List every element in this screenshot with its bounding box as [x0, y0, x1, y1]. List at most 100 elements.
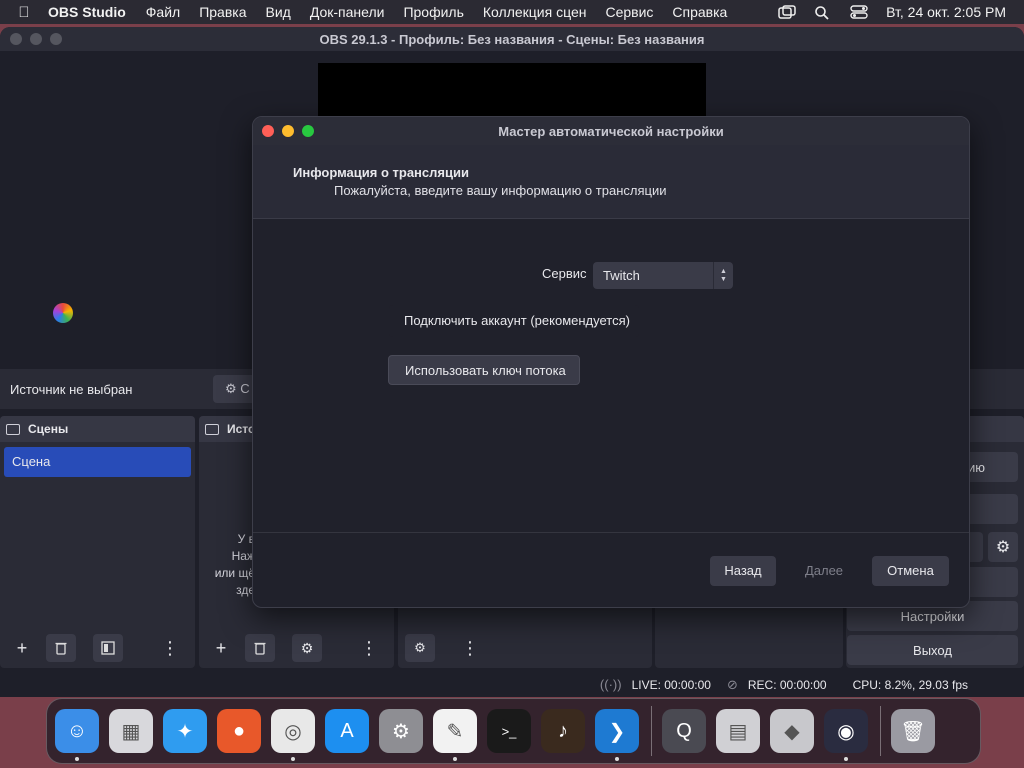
main-titlebar: OBS 29.1.3 - Профиль: Без названия - Сце… [0, 27, 1024, 51]
add-source-button[interactable]: + [206, 634, 236, 662]
vscode-icon[interactable]: ❯ [595, 709, 639, 761]
sources-more-button[interactable]: ⋮ [354, 634, 384, 662]
dock-separator [651, 706, 652, 756]
scenes-more-button[interactable]: ⋮ [155, 634, 185, 662]
gear-icon: ⚙ [225, 381, 237, 396]
connect-account-button[interactable]: Подключить аккаунт (рекомендуется) [389, 305, 639, 337]
menu-profile[interactable]: Профиль [403, 4, 463, 20]
dialog-window-controls [262, 125, 314, 137]
macos-dock: ☺ ▦ ✦ ● ◎ A ⚙ ✎ >_ ♪ ❯ Q ▤ ◆ ◉ 🗑 [46, 698, 981, 764]
live-timer: LIVE: 00:00:00 [631, 677, 711, 692]
finder-icon[interactable]: ☺ [55, 709, 99, 761]
safari-icon[interactable]: ✦ [163, 709, 207, 753]
wizard-page-header: Информация о трансляции Пожалуйста, введ… [253, 145, 969, 219]
auto-config-wizard-dialog: Мастер автоматической настройки Информац… [252, 116, 970, 608]
menu-docks[interactable]: Док-панели [310, 4, 385, 20]
service-select[interactable]: Twitch ▲ ▼ [593, 262, 733, 289]
remove-source-button[interactable] [245, 634, 275, 662]
settings-label: Настройки [900, 608, 965, 624]
scene-list-item[interactable]: Сцена [4, 447, 191, 477]
obs-logo-icon [53, 303, 73, 323]
trash-icon [55, 642, 67, 655]
window-controls [10, 33, 62, 45]
dialog-close-button[interactable] [262, 125, 274, 137]
trash-icon [254, 642, 266, 655]
chrome-icon[interactable]: ◎ [271, 709, 315, 761]
menu-edit[interactable]: Правка [199, 4, 246, 20]
dock-window-icon[interactable] [205, 423, 219, 435]
menu-help[interactable]: Справка [672, 4, 727, 20]
hint-line: зде [236, 583, 255, 597]
menu-app-name[interactable]: OBS Studio [48, 4, 126, 20]
service-selected-value: Twitch [603, 268, 640, 283]
close-button[interactable] [10, 33, 22, 45]
menu-file[interactable]: Файл [146, 4, 180, 20]
control-center-icon[interactable] [850, 5, 868, 19]
hint-line: У в [237, 532, 255, 546]
dialog-minimize-button[interactable] [282, 125, 294, 137]
dialog-title: Мастер автоматической настройки [498, 123, 724, 139]
sources-empty-hint: У в Наж или щё зде [199, 531, 255, 599]
scenes-dock-title: Сцены [28, 422, 69, 436]
service-label: Сервис [542, 266, 587, 281]
running-indicator [615, 757, 619, 761]
exit-button[interactable]: Выход [847, 635, 1018, 665]
quicktime-icon[interactable]: Q [662, 709, 706, 753]
wizard-page-title: Информация о трансляции [293, 165, 469, 180]
scene-filters-button[interactable] [93, 634, 123, 662]
back-button[interactable]: Назад [710, 556, 776, 586]
hint-line: или щё [214, 566, 255, 580]
dock-window-icon[interactable] [6, 423, 20, 435]
garageband-icon[interactable]: ♪ [541, 709, 585, 753]
running-indicator [291, 757, 295, 761]
apple-menu-icon[interactable]:  [0, 4, 48, 21]
roblox-icon[interactable]: ◆ [770, 709, 814, 753]
dialog-divider [253, 532, 969, 533]
next-button[interactable]: Далее [791, 556, 857, 586]
scenes-toolbar: + ⋮ [0, 628, 195, 668]
menu-tools[interactable]: Сервис [605, 4, 653, 20]
source-properties-button[interactable]: ⚙ [292, 634, 322, 662]
add-scene-button[interactable]: + [7, 634, 37, 662]
gear-icon: ⚙ [995, 539, 1011, 556]
scenes-dock: Сцены Сцена + ⋮ [0, 416, 195, 668]
rec-timer: REC: 00:00:00 [747, 677, 827, 692]
menubar-clock[interactable]: Вт, 24 окт. 2:05 PM [886, 4, 1006, 20]
exit-label: Выход [913, 642, 952, 658]
chevron-updown-icon: ▲ ▼ [713, 262, 733, 289]
main-window-title: OBS 29.1.3 - Профиль: Без названия - Сце… [319, 31, 705, 47]
gears-icon: ⚙ [414, 640, 426, 655]
use-stream-key-button[interactable]: Использовать ключ потока [388, 355, 580, 385]
system-settings-icon[interactable]: ⚙ [379, 709, 423, 753]
running-indicator [453, 757, 457, 761]
textedit-icon[interactable]: ✎ [433, 709, 477, 761]
mixer-more-button[interactable]: ⋮ [455, 634, 485, 662]
window-switch-icon[interactable] [778, 5, 796, 19]
mixer-settings-button[interactable]: ⚙ [405, 634, 435, 662]
virtual-camera-settings-button[interactable]: ⚙ [988, 532, 1018, 562]
gear-icon: ⚙ [300, 639, 314, 656]
spotlight-search-icon[interactable] [814, 5, 832, 20]
obs-icon[interactable]: ◉ [824, 709, 868, 761]
calculator-icon[interactable]: ▤ [716, 709, 760, 753]
menu-scene-collection[interactable]: Коллекция сцен [483, 4, 587, 20]
running-indicator [75, 757, 79, 761]
filter-icon [101, 641, 115, 655]
minimize-button[interactable] [30, 33, 42, 45]
wizard-page-subtitle: Пожалуйста, введите вашу информацию о тр… [334, 183, 667, 198]
sources-toolbar: + ⚙ ⋮ [199, 628, 394, 668]
firefox-icon[interactable]: ● [217, 709, 261, 753]
rec-icon: ⊘ [726, 676, 738, 692]
menu-view[interactable]: Вид [266, 4, 291, 20]
properties-label: С [240, 381, 250, 396]
trash-icon[interactable]: 🗑 [891, 709, 935, 753]
terminal-icon[interactable]: >_ [487, 709, 531, 753]
dialog-zoom-button[interactable] [302, 125, 314, 137]
cpu-fps-readout: CPU: 8.2%, 29.03 fps [852, 677, 968, 692]
zoom-button[interactable] [50, 33, 62, 45]
launchpad-icon[interactable]: ▦ [109, 709, 153, 753]
remove-scene-button[interactable] [46, 634, 76, 662]
app-store-icon[interactable]: A [325, 709, 369, 753]
cancel-button[interactable]: Отмена [872, 556, 949, 586]
status-bar: ((·)) LIVE: 00:00:00 ⊘ REC: 00:00:00 CPU… [0, 672, 1024, 697]
